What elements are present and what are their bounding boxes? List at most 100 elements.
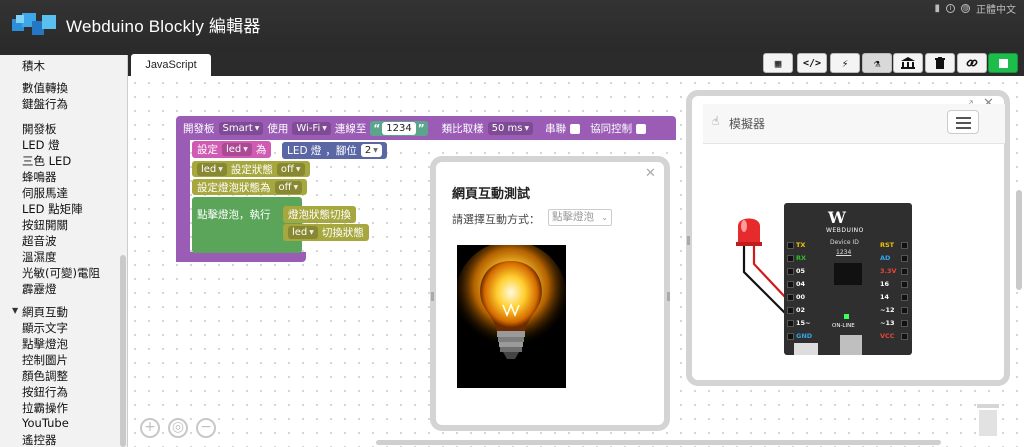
resize-grip-left[interactable] <box>687 236 690 245</box>
pin-hole[interactable] <box>787 242 794 249</box>
toggle-bulb-block[interactable]: 燈泡狀態切換 <box>283 206 356 223</box>
sidebar-item-board[interactable]: 開發板 <box>22 121 57 137</box>
sidebar-item-blocks[interactable]: 積木 <box>22 58 45 74</box>
sidebar-item-keyboard[interactable]: 鍵盤行為 <box>22 96 68 112</box>
pin-hole[interactable] <box>901 242 908 249</box>
pin-hole[interactable] <box>901 333 908 340</box>
pin-hole[interactable] <box>787 268 794 275</box>
pin-label-ad: AD <box>880 254 891 262</box>
sidebar-item-show-text[interactable]: 顯示文字 <box>22 320 68 336</box>
board-block-header[interactable]: 開發板 Smart ▼ 使用 Wi-Fi ▼ 連線至 “1234” 類比取樣 50 … <box>178 121 651 136</box>
pin-hole[interactable] <box>901 281 908 288</box>
bookmark-icon[interactable]: ▮ <box>934 3 940 14</box>
sidebar-item-number-convert[interactable]: 數值轉換 <box>22 80 68 96</box>
sidebar-item-flash-light[interactable]: 霹靂燈 <box>22 281 57 297</box>
zoom-reset-button[interactable]: ◎ <box>168 418 188 438</box>
top-bar: Webduino Blockly 編輯器 ▮ i ◍ 正體中文 <box>0 0 1024 50</box>
pin-hole[interactable] <box>787 281 794 288</box>
sampling-dropdown[interactable]: 50 ms ▼ <box>487 122 534 135</box>
pin-hole[interactable] <box>787 333 794 340</box>
pin-label-rx: RX <box>796 254 807 262</box>
resize-grip-left[interactable] <box>431 292 434 301</box>
set-variable-block[interactable]: 設定 led ▼ 為 <box>192 141 272 158</box>
bulb-state-block[interactable]: 設定燈泡狀態為 off ▼ <box>192 179 308 195</box>
sidebar-item-ultrasonic[interactable]: 超音波 <box>22 233 57 249</box>
led-pin-block[interactable]: LED 燈 ，腳位 2 ▼ <box>282 142 387 159</box>
red-led-component[interactable] <box>728 212 788 332</box>
click-bulb-label: 點擊燈泡，執行 <box>197 209 271 221</box>
menu-button[interactable] <box>947 110 979 134</box>
led-state-block[interactable]: led ▼ 設定狀態 off ▼ <box>192 161 310 177</box>
sidebar-item-button[interactable]: 按鈕開關 <box>22 217 68 233</box>
collab-checkbox[interactable] <box>636 123 647 134</box>
top-right-links: ▮ i ◍ 正體中文 <box>934 1 1016 16</box>
qrcode-button[interactable]: ▦ <box>763 53 793 73</box>
globe-icon[interactable]: ◍ <box>961 4 970 13</box>
resize-grip-right[interactable] <box>667 292 670 301</box>
pin-hole[interactable] <box>787 307 794 314</box>
link-button[interactable] <box>957 53 987 73</box>
zoom-in-button[interactable]: + <box>140 418 160 438</box>
toolbox-sidebar: 積木 數值轉換 鍵盤行為 開發板 LED 燈 三色 LED 蜂鳴器 伺服馬達 L… <box>0 55 128 447</box>
sidebar-item-led-matrix[interactable]: LED 點矩陣 <box>22 201 83 217</box>
workspace-scrollbar[interactable] <box>376 440 941 445</box>
bulb-state-dropdown[interactable]: off ▼ <box>274 180 303 194</box>
toggle-led-variable-dropdown[interactable]: led ▼ <box>288 226 318 239</box>
run-button[interactable] <box>988 53 1018 73</box>
workspace-trash-icon[interactable] <box>977 404 999 438</box>
device-id-input[interactable]: 1234 <box>382 122 416 135</box>
tab-javascript[interactable]: JavaScript <box>131 54 211 77</box>
simulator-scrollbar[interactable] <box>1016 190 1022 290</box>
sidebar-item-photocell[interactable]: 光敏(可變)電阻 <box>22 265 100 281</box>
sidebar-scrollbar[interactable] <box>120 255 126 447</box>
museum-button[interactable] <box>893 53 923 73</box>
serial-checkbox[interactable] <box>570 123 581 134</box>
sidebar-item-click-bulb[interactable]: 點擊燈泡 <box>22 336 68 352</box>
code-button[interactable]: </> <box>797 53 827 73</box>
pin-hole[interactable] <box>787 294 794 301</box>
interaction-mode-select[interactable]: 點擊燈泡 ⌄ <box>548 209 612 226</box>
device-id-block[interactable]: “1234” <box>370 121 428 136</box>
sidebar-item-buzzer[interactable]: 蜂鳴器 <box>22 169 57 185</box>
delete-button[interactable] <box>925 53 955 73</box>
sidebar-item-youtube[interactable]: YouTube <box>22 416 69 430</box>
sidebar-item-web-interaction[interactable]: 網頁互動 <box>22 304 68 320</box>
sidebar-item-control-image[interactable]: 控制圖片 <box>22 352 68 368</box>
online-label: ON-LINE <box>832 323 855 329</box>
sidebar-item-rgb-led[interactable]: 三色 LED <box>22 153 71 169</box>
sidebar-item-dht[interactable]: 溫濕度 <box>22 249 57 265</box>
connection-dropdown[interactable]: Wi-Fi ▼ <box>292 122 331 135</box>
led-state-dropdown[interactable]: off ▼ <box>276 162 305 176</box>
power-port <box>840 335 862 355</box>
pin-label-16: 16 <box>880 280 890 288</box>
pin-hole[interactable] <box>787 255 794 262</box>
info-icon[interactable]: i <box>946 4 955 13</box>
pin-hole[interactable] <box>901 294 908 301</box>
close-icon[interactable]: ✕ <box>645 166 656 181</box>
sidebar-item-color-adjust[interactable]: 顏色調整 <box>22 368 68 384</box>
sidebar-item-led[interactable]: LED 燈 <box>22 137 60 153</box>
app-title: Webduino Blockly 編輯器 <box>66 17 261 36</box>
pin-hole[interactable] <box>787 320 794 327</box>
pin-hole[interactable] <box>901 307 908 314</box>
board-type-dropdown[interactable]: Smart ▼ <box>218 122 264 135</box>
light-bulb-image[interactable] <box>457 245 566 388</box>
zoom-out-button[interactable]: − <box>196 418 216 438</box>
board-brand: WEBDUINO <box>826 227 864 234</box>
pin-label-15: 15~ <box>796 319 811 327</box>
sidebar-item-button-behavior[interactable]: 按鈕行為 <box>22 384 68 400</box>
pin-dropdown[interactable]: 2 ▼ <box>360 144 382 157</box>
led-variable-dropdown[interactable]: led ▼ <box>197 162 227 176</box>
pin-hole[interactable] <box>901 268 908 275</box>
lab-button[interactable]: ⚗ <box>862 53 892 73</box>
pin-hole[interactable] <box>901 255 908 262</box>
pin-hole[interactable] <box>901 320 908 327</box>
sidebar-item-remote[interactable]: 遙控器 <box>22 432 57 447</box>
variable-dropdown[interactable]: led ▼ <box>222 143 252 156</box>
sidebar-item-servo[interactable]: 伺服馬達 <box>22 185 68 201</box>
sidebar-item-slider[interactable]: 拉霸操作 <box>22 400 68 416</box>
flash-button[interactable]: ⚡ <box>830 53 860 73</box>
language-select[interactable]: 正體中文 <box>976 1 1016 16</box>
toggle-led-block[interactable]: led ▼ 切換狀態 <box>283 224 369 241</box>
pin-label-gnd: GND <box>796 332 813 340</box>
